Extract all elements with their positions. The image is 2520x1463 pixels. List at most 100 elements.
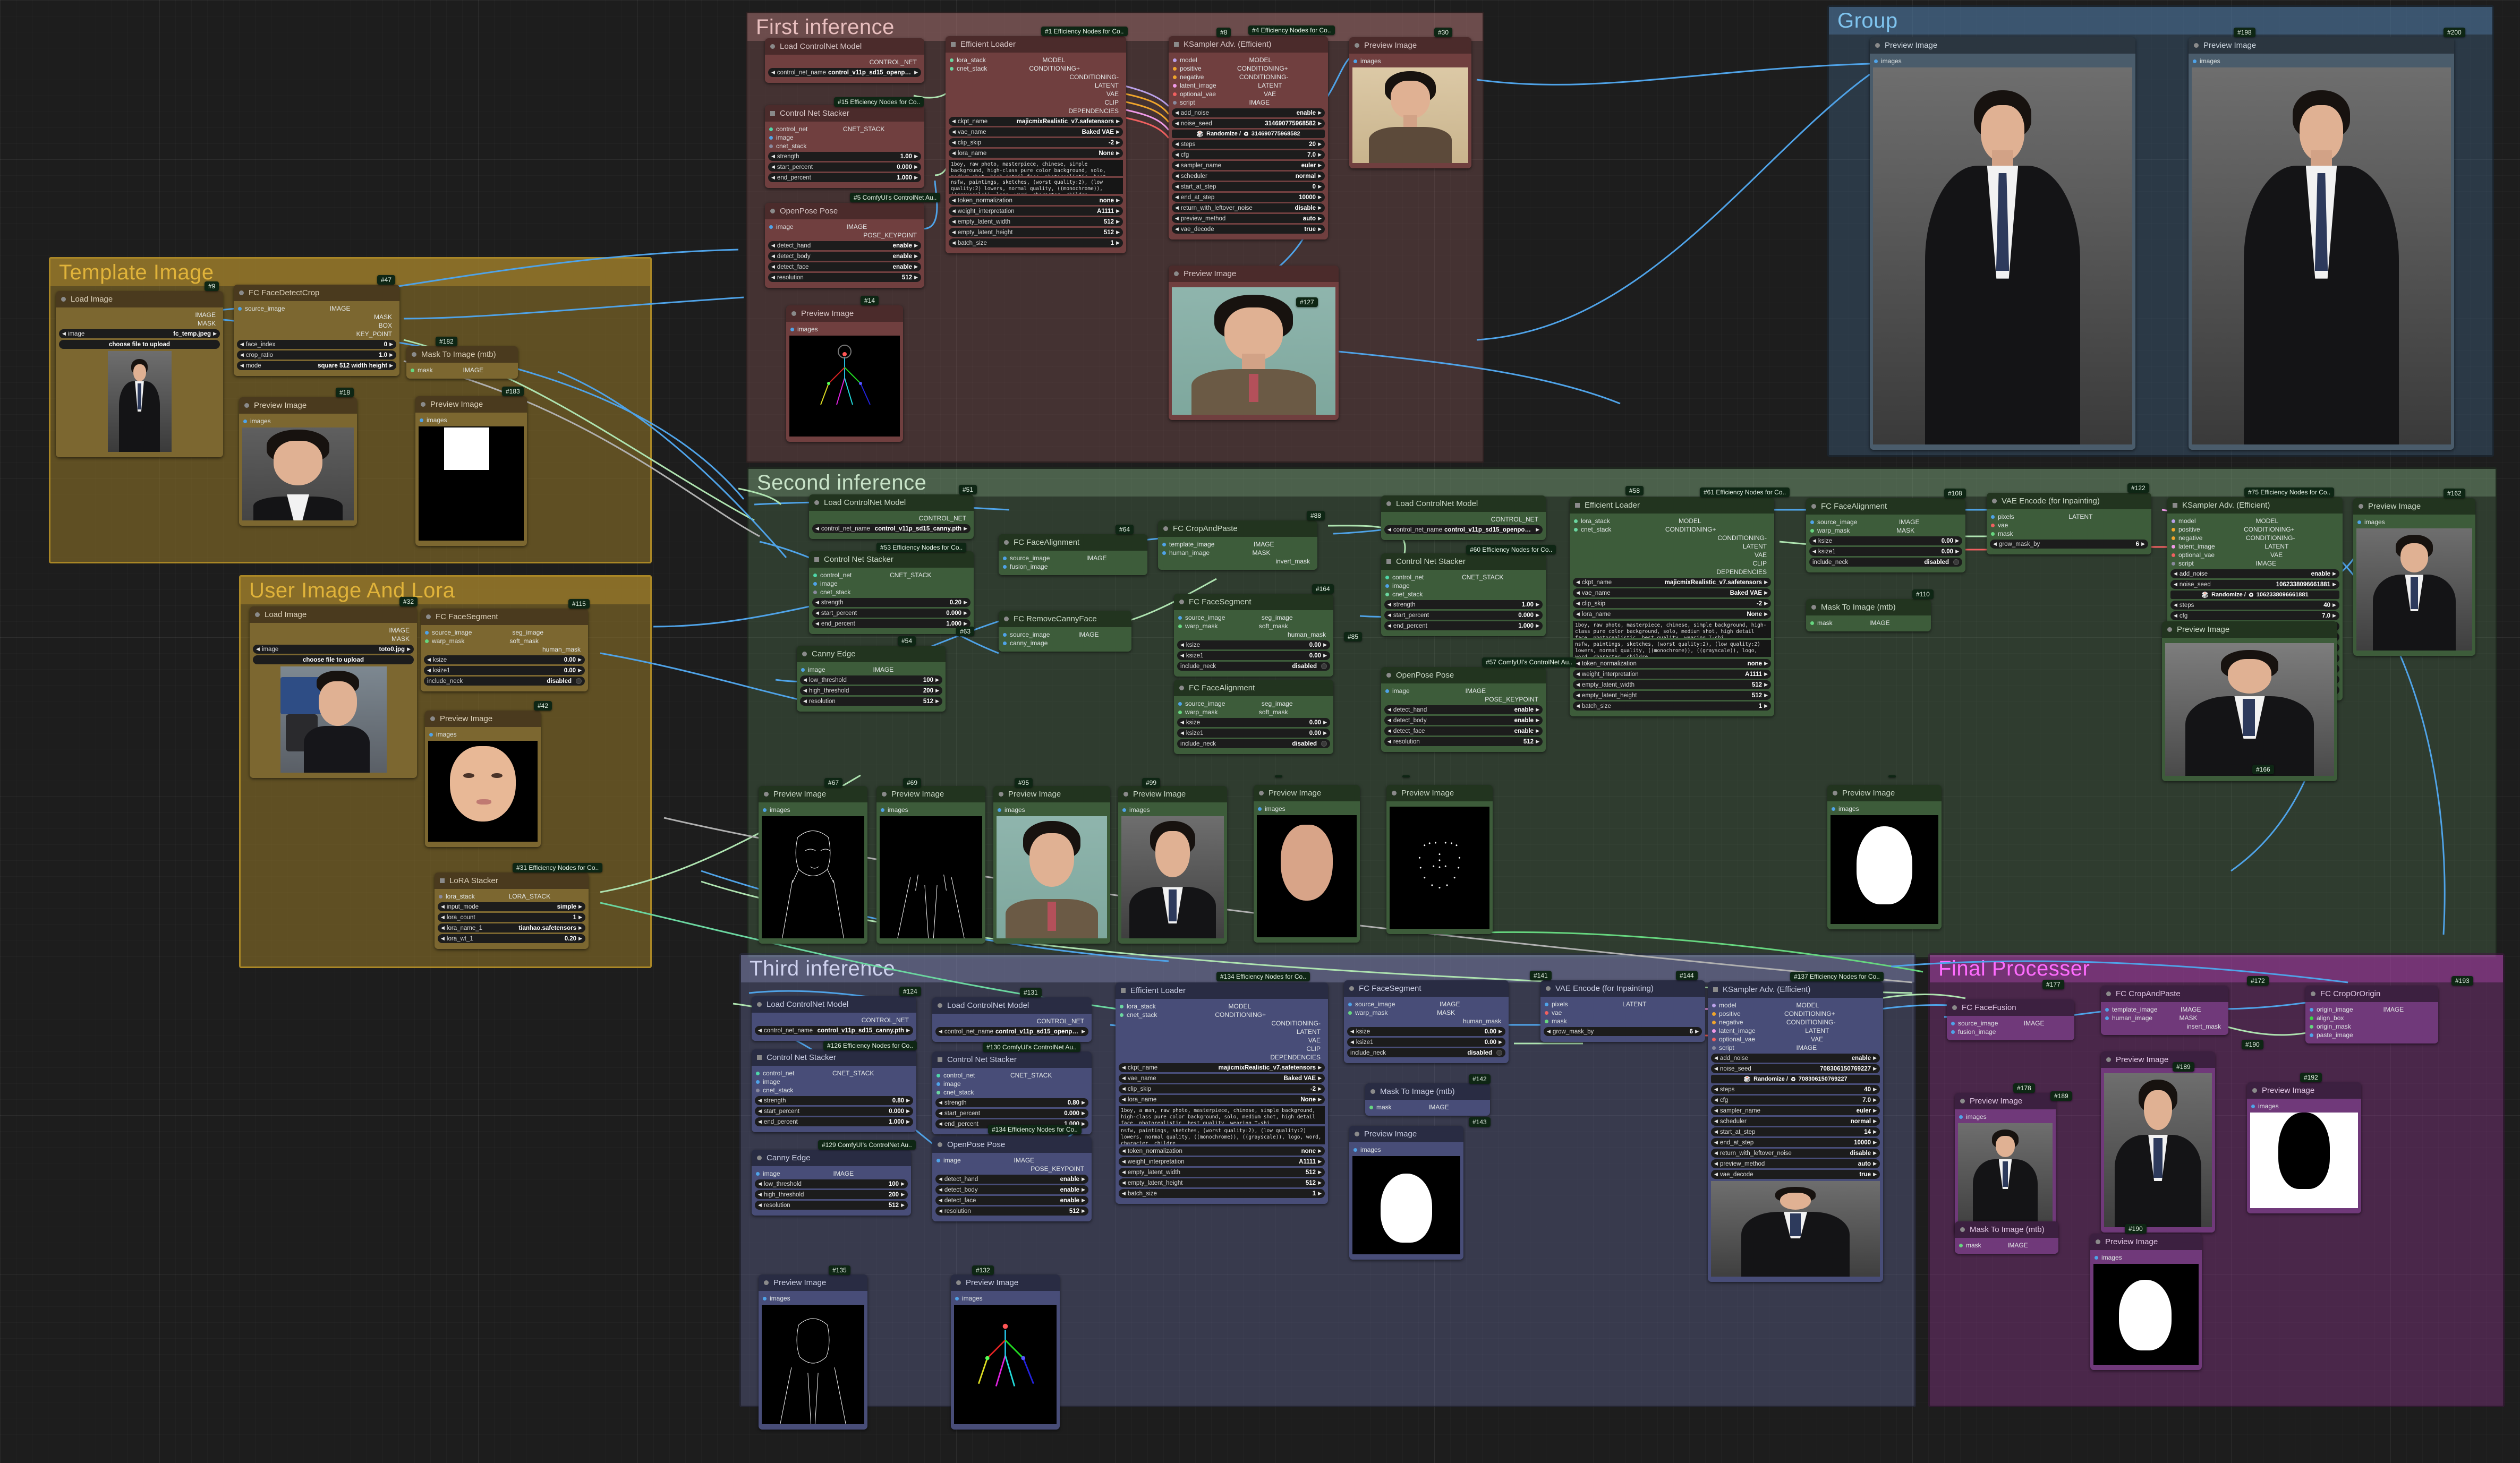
widget-batch-size[interactable]: ◀ batch_size 1 ▶ — [949, 238, 1123, 247]
widget-steps[interactable]: ◀ steps 40 ▶ — [2170, 601, 2339, 610]
collapse-icon[interactable] — [1004, 540, 1009, 545]
widget-scheduler[interactable]: ◀schedulernormal▶ — [1172, 172, 1325, 181]
collapse-icon[interactable] — [1123, 792, 1128, 797]
collapse-icon[interactable] — [764, 1280, 769, 1285]
node-load-controlnet-model-4[interactable]: Load ControlNet Model CONTROL_NET ◀ contr… — [752, 996, 916, 1041]
node-preview-image-105[interactable]: Preview Image images — [1254, 785, 1360, 943]
widget-vae-decode[interactable]: ◀vae_decodetrue▶ — [1711, 1170, 1880, 1179]
node-header[interactable]: Preview Image — [2162, 621, 2337, 638]
widget-ckpt-name[interactable]: ◀ ckpt_name majicmixRealistic_v7.safetenso… — [1119, 1063, 1325, 1072]
node-preview-image-113[interactable]: Preview Image images — [1827, 785, 1942, 929]
widget-add-noise[interactable]: ◀ add_noise enable ▶ — [2170, 569, 2339, 578]
input-vae[interactable]: vae — [1545, 1009, 1562, 1016]
node-header[interactable]: Preview Image — [425, 711, 541, 727]
node-mask-to-image-142[interactable]: Mask To Image (mtb) mask IMAGE — [1365, 1083, 1490, 1116]
node-header[interactable]: VAE Encode (for Inpainting) — [1987, 493, 2151, 509]
widget-ksize1[interactable]: ◀ ksize1 0.00 ▶ — [424, 666, 585, 675]
widget-lora-name-1[interactable]: ◀ lora_name_1 tianhao.safetensors ▶ — [438, 923, 585, 932]
node-ksampler-adv-3[interactable]: KSampler Adv. (Efficient) model MODEL pos… — [1708, 981, 1883, 1282]
input-model[interactable]: model — [1712, 1002, 1736, 1009]
widget-empty-latent-height[interactable]: ◀ empty_latent_height 512 ▶ — [949, 228, 1123, 237]
input-pin[interactable] — [1353, 1148, 1357, 1152]
node-header[interactable]: Preview Image — [2101, 1051, 2215, 1068]
collapse-icon[interactable] — [1004, 617, 1009, 621]
node-load-controlnet-model-3[interactable]: Load ControlNet Model CONTROL_NET ◀ contr… — [1381, 495, 1546, 540]
node-load-controlnet-model-1[interactable]: Load ControlNet Model CONTROL_NET ◀ contr… — [765, 38, 924, 83]
input-pin[interactable] — [243, 419, 247, 423]
input-pin[interactable] — [1712, 1046, 1716, 1050]
input-pin[interactable] — [1120, 1013, 1123, 1017]
input-pin[interactable] — [1959, 1243, 1963, 1247]
toggle-knob[interactable] — [1321, 741, 1327, 747]
input-image[interactable]: image — [769, 223, 794, 230]
input-warp-mask[interactable]: warp_mask — [425, 637, 464, 645]
input-images[interactable]: images — [243, 417, 271, 425]
widget-vae-name[interactable]: ◀ vae_name Baked VAE ▶ — [1119, 1074, 1325, 1083]
input-pin[interactable] — [1173, 100, 1177, 105]
widget-lora-wt-1[interactable]: ◀ lora_wt_1 0.20 ▶ — [438, 934, 585, 943]
collapse-icon[interactable] — [1960, 1099, 1965, 1103]
node-vae-encode-inpaint-3[interactable]: VAE Encode (for Inpainting) pixels LATENT… — [1540, 980, 1705, 1042]
input-pin[interactable] — [937, 1158, 940, 1162]
node-efficient-loader-2[interactable]: Efficient Loader lora_stack MODEL cnet_st… — [1570, 497, 1774, 716]
widget-resolution[interactable]: ◀ resolution 512 ▶ — [768, 273, 921, 282]
widget-strength[interactable]: ◀ strength 0.80 ▶ — [935, 1098, 1088, 1107]
widget-steps[interactable]: ◀ steps 20 ▶ — [1172, 140, 1325, 149]
input-vae[interactable]: vae — [1991, 521, 2008, 529]
collapse-icon[interactable] — [1960, 1227, 1965, 1232]
widget-sampler-name[interactable]: ◀sampler_nameeuler▶ — [1172, 161, 1325, 170]
node-load-controlnet-model-5[interactable]: Load ControlNet Model CONTROL_NET ◀ contr… — [932, 997, 1092, 1042]
collapse-icon[interactable] — [2252, 1088, 2257, 1093]
input-pin[interactable] — [1874, 59, 1878, 63]
node-header[interactable]: FC FaceAlignment — [1174, 680, 1333, 696]
node-preview-image-198[interactable]: Preview Image images — [1870, 37, 2135, 450]
input-optional-vae[interactable]: optional_vae — [1712, 1036, 1755, 1043]
widget-detect-face[interactable]: ◀ detect_face enable ▶ — [1384, 726, 1543, 735]
input-pin[interactable] — [950, 66, 953, 71]
input-model[interactable]: model — [1173, 56, 1197, 64]
widget-empty-latent-width[interactable]: ◀ empty_latent_width 512 ▶ — [1573, 680, 1771, 689]
widget-token-normalization[interactable]: ◀ token_normalization none ▶ — [949, 196, 1123, 205]
input-optional-vae[interactable]: optional_vae — [1173, 90, 1216, 98]
widget-detect-face[interactable]: ◀ detect_face enable ▶ — [935, 1196, 1088, 1205]
input-images[interactable]: images — [2095, 1254, 2122, 1261]
node-header[interactable]: LoRA Stacker — [435, 872, 589, 889]
collapse-icon[interactable] — [938, 1142, 942, 1147]
left-arrow-icon[interactable]: ◀ — [771, 70, 775, 75]
input-images[interactable]: images — [429, 731, 457, 738]
randomize-seed-button[interactable]: 🎲 Randomize / ♻ 1062338096661881 — [2170, 591, 2339, 599]
widget-detect-body[interactable]: ◀ detect_body enable ▶ — [768, 252, 921, 261]
collapse-icon[interactable] — [61, 297, 66, 302]
node-preview-image-42[interactable]: Preview Image images — [425, 711, 541, 847]
input-pin[interactable] — [813, 573, 817, 577]
node-header[interactable]: Control Net Stacker — [752, 1049, 916, 1066]
node-header[interactable]: OpenPose Pose — [1381, 667, 1546, 683]
widget-ksize1[interactable]: ◀ ksize1 0.00 ▶ — [1177, 651, 1330, 660]
widget-batch-size[interactable]: ◀ batch_size 1 ▶ — [1573, 701, 1771, 711]
node-header[interactable]: Load ControlNet Model — [765, 38, 924, 55]
input-warp-mask[interactable]: warp_mask — [1810, 527, 1850, 534]
widget-noise-seed[interactable]: ◀ noise_seed 1062338096661881 ▶ — [2170, 580, 2339, 589]
widget-cfg[interactable]: ◀ cfg 7.0 ▶ — [1172, 150, 1325, 159]
node-mask-to-image-110[interactable]: Mask To Image (mtb) mask IMAGE — [1806, 599, 1931, 631]
collapse-icon[interactable] — [1259, 791, 1264, 795]
widget-lora-name[interactable]: ◀ lora_name None ▶ — [949, 149, 1123, 158]
input-pin[interactable] — [763, 1296, 767, 1301]
widget-include-neck[interactable]: include_neck disabled — [424, 677, 585, 686]
node-header[interactable]: Control Net Stacker — [809, 551, 974, 568]
input-pin[interactable] — [425, 630, 429, 635]
input-pin[interactable] — [756, 1171, 760, 1176]
input-cnet-stack[interactable]: cnet_stack — [1120, 1011, 1157, 1019]
widget-mode[interactable]: ◀ mode square 512 width height ▶ — [237, 361, 396, 370]
input-fusion-image[interactable]: fusion_image — [1003, 563, 1048, 570]
widget-start-percent[interactable]: ◀ start_percent 0.000 ▶ — [768, 162, 921, 172]
node-fc-facealignment-108[interactable]: FC FaceAlignment source_image IMAGE warp_… — [1806, 498, 1965, 572]
collapse-icon[interactable] — [2311, 991, 2315, 996]
widget-vae-name[interactable]: ◀ vae_name Baked VAE ▶ — [949, 127, 1123, 136]
widget-weight-interpretation[interactable]: ◀ weight_interpretation A1111 ▶ — [1119, 1157, 1325, 1166]
input-mask[interactable]: mask — [1959, 1242, 1981, 1249]
input-fusion-image[interactable]: fusion_image — [1951, 1028, 1996, 1036]
node-preview-image-135[interactable]: Preview Image images — [759, 1274, 867, 1430]
input-pin[interactable] — [2172, 553, 2175, 557]
input-pin[interactable] — [1991, 532, 1995, 536]
